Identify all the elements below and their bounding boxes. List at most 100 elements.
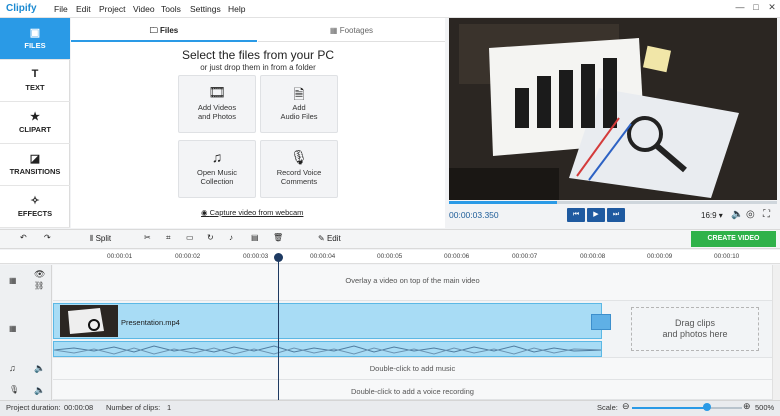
drag-drop-zone[interactable]: Drag clips and photos here xyxy=(631,307,759,351)
aspect-ratio-select[interactable]: 16:9 ▾ xyxy=(701,211,723,220)
overlay-track-icon: ▦ xyxy=(9,276,17,285)
next-button[interactable]: ⏭ xyxy=(607,208,625,222)
record-voice-button[interactable]: 🎙 Record Voice Comments xyxy=(260,140,338,198)
card-line1: Record Voice xyxy=(276,168,322,177)
star-icon: ★ xyxy=(30,111,40,123)
redo-icon[interactable]: ↷ xyxy=(44,233,51,242)
music-volume-icon[interactable]: 🔈 xyxy=(34,363,45,374)
card-line2: Comments xyxy=(280,177,318,186)
capture-webcam-link[interactable]: ◉ Capture video from webcam xyxy=(201,208,303,217)
menu-tools[interactable]: Tools xyxy=(161,4,181,14)
delete-icon[interactable]: 🗑 xyxy=(273,233,283,242)
video-preview[interactable] xyxy=(449,18,777,200)
flip-icon[interactable]: ▭ xyxy=(186,233,194,242)
clip-name: Presentation.mp4 xyxy=(121,318,180,327)
music-collection-button[interactable]: ♫ Open Music Collection xyxy=(178,140,256,198)
tab-files[interactable]: ▣ FILES xyxy=(0,18,70,60)
waveform-graphic xyxy=(54,345,601,355)
volume-icon[interactable]: 🔈 xyxy=(731,209,743,220)
webcam-icon: ◉ xyxy=(201,208,210,217)
edit-label: Edit xyxy=(326,234,341,243)
scale-label: Scale: xyxy=(597,403,618,412)
close-button[interactable]: ✕ xyxy=(765,2,779,15)
clip-properties-icon[interactable]: ▤ xyxy=(251,233,259,242)
clip-thumbnail xyxy=(60,305,118,337)
eye-icon[interactable]: 👁 xyxy=(34,269,45,280)
add-videos-photos-button[interactable]: 🎞 Add Videos and Photos xyxy=(178,75,256,133)
add-audio-button[interactable]: 🗎 Add Audio Files xyxy=(260,75,338,133)
music-hint: Double-click to add music xyxy=(369,364,456,373)
menu-settings[interactable]: Settings xyxy=(190,4,221,14)
ruler-tick: 00:00:10 xyxy=(714,253,740,260)
duration-label: Project duration: xyxy=(6,403,61,412)
menu-project[interactable]: Project xyxy=(99,4,125,14)
split-label: Split xyxy=(95,234,112,243)
crop-icon[interactable]: ⌗ xyxy=(166,233,171,243)
video-clip[interactable]: Presentation.mp4 xyxy=(53,303,611,339)
files-folder-icon: 🗀 xyxy=(149,26,160,35)
play-icon: ▶ xyxy=(593,211,599,218)
fullscreen-icon[interactable]: ⛶ xyxy=(763,209,770,220)
card-line1: Add Videos xyxy=(197,103,237,112)
category-tabs: ▣ FILES T TEXT ★ CLIPART ◪ TRANSITIONS ✧… xyxy=(0,18,70,228)
ruler-tick: 00:00:01 xyxy=(107,253,133,260)
playhead-line[interactable] xyxy=(278,254,279,400)
app-logo: Clipify xyxy=(6,3,37,14)
tab-files-sub[interactable]: 🗀 Files xyxy=(71,20,257,42)
files-icon: ▣ xyxy=(29,27,41,39)
music-track[interactable]: Double-click to add music xyxy=(53,358,772,380)
overlay-track[interactable]: Overlay a video on top of the main video xyxy=(53,265,772,301)
transition-slot-icon[interactable] xyxy=(591,314,611,330)
previous-button[interactable]: ⏮ xyxy=(567,208,585,222)
microphone-icon: 🎙 xyxy=(290,149,308,165)
tab-footages[interactable]: ▦ Footages xyxy=(258,20,445,42)
menu-video[interactable]: Video xyxy=(133,4,155,14)
minimize-button[interactable]: — xyxy=(733,2,747,15)
zoom-slider-handle[interactable] xyxy=(702,403,711,411)
zoom-out-icon[interactable]: ⊖ xyxy=(622,401,630,412)
ruler-tick: 00:00:05 xyxy=(377,253,403,260)
menu-edit[interactable]: Edit xyxy=(76,4,91,14)
card-line2: Audio Files xyxy=(280,112,318,121)
ruler-tick: 00:00:06 xyxy=(444,253,470,260)
create-video-button[interactable]: CREATE VIDEO xyxy=(691,231,776,247)
tab-clipart[interactable]: ★ CLIPART xyxy=(0,102,70,144)
voice-track-icon: 🎙 xyxy=(9,385,20,394)
menu-file[interactable]: File xyxy=(54,4,68,14)
menu-help[interactable]: Help xyxy=(228,4,245,14)
split-button[interactable]: ⫴ Split xyxy=(90,234,111,244)
voice-volume-icon[interactable]: 🔈 xyxy=(34,385,45,396)
play-button[interactable]: ▶ xyxy=(587,208,605,222)
files-panel: 🗀 Files ▦ Footages Select the files from… xyxy=(71,18,445,228)
tab-transitions-label: TRANSITIONS xyxy=(9,167,61,176)
edit-toolbar xyxy=(0,229,780,249)
music-track-icon: ♫ xyxy=(9,363,16,373)
maximize-button[interactable]: □ xyxy=(749,2,763,15)
snapshot-icon[interactable]: ◎ xyxy=(746,209,755,220)
edit-button[interactable]: ✎ Edit xyxy=(318,234,341,243)
tab-transitions[interactable]: ◪ TRANSITIONS xyxy=(0,144,70,186)
undo-icon[interactable]: ↶ xyxy=(20,233,27,242)
audio-edit-icon[interactable]: ♪ xyxy=(229,233,233,242)
voice-track[interactable]: Double-click to add a voice recording xyxy=(53,380,772,400)
audio-waveform[interactable] xyxy=(53,341,602,357)
playhead-handle[interactable] xyxy=(274,253,283,262)
edit-icon: ✎ xyxy=(318,234,327,243)
overlay-hint: Overlay a video on top of the main video xyxy=(345,276,480,285)
tab-text[interactable]: T TEXT xyxy=(0,60,70,102)
timeline-scrollbar[interactable] xyxy=(772,265,780,400)
ruler-tick: 00:00:04 xyxy=(310,253,336,260)
zoom-slider-fill xyxy=(632,407,707,409)
scissors-icon[interactable]: ✂ xyxy=(144,233,151,242)
video-photo-icon: 🎞 xyxy=(208,84,226,100)
zoom-in-icon[interactable]: ⊕ xyxy=(743,401,751,412)
tab-effects-label: EFFECTS xyxy=(17,209,53,218)
track-headers xyxy=(0,265,52,400)
audio-file-icon: 🗎 xyxy=(293,86,305,102)
link-icon[interactable]: ⛓ xyxy=(34,281,44,290)
rotate-icon[interactable]: ↻ xyxy=(207,233,214,242)
skip-forward-icon: ⏭ xyxy=(612,211,620,218)
tab-effects[interactable]: ✧ EFFECTS xyxy=(0,186,70,228)
drag-line2: and photos here xyxy=(662,329,728,339)
tab-files-sub-label: Files xyxy=(160,26,179,35)
